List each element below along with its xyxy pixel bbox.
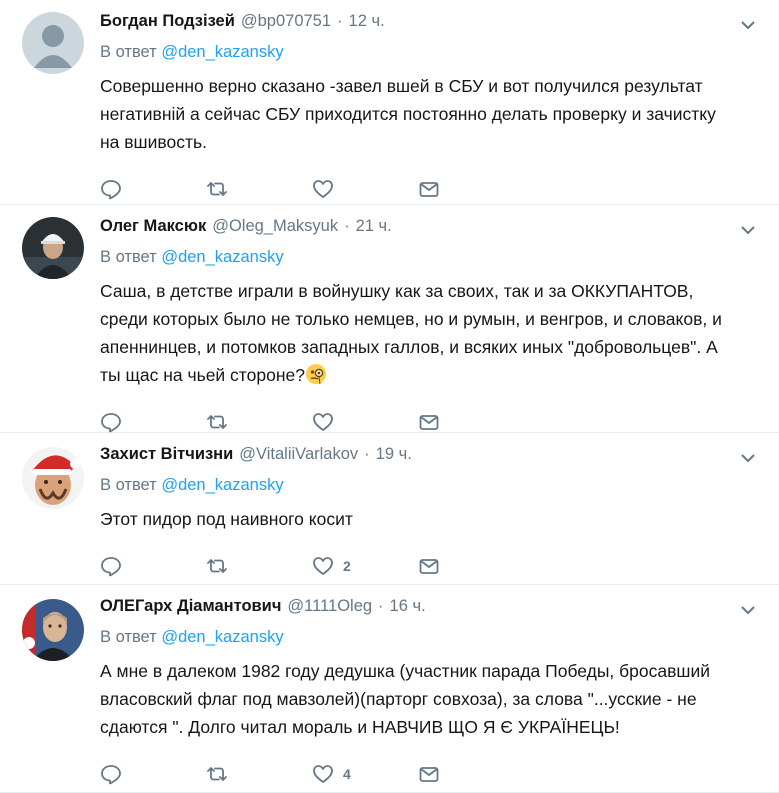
envelope-icon bbox=[419, 767, 439, 782]
tweet-text: Саша, в детстве играли в войнушку как за… bbox=[100, 277, 761, 389]
separator: · bbox=[344, 217, 350, 235]
tweet-text: Этот пидор под наивного косит bbox=[100, 509, 353, 529]
heart-icon bbox=[313, 413, 333, 431]
reply-icon bbox=[101, 557, 121, 577]
like-button[interactable]: 2 bbox=[312, 555, 418, 577]
tweet[interactable]: ОЛЕГарх Діамантович @1111Oleg · 16 ч. В … bbox=[0, 585, 779, 793]
heart-icon bbox=[313, 180, 333, 198]
reply-icon bbox=[101, 765, 121, 785]
envelope-icon bbox=[419, 559, 439, 574]
reply-button[interactable] bbox=[100, 555, 206, 577]
timestamp[interactable]: 19 ч. bbox=[376, 443, 412, 465]
reply-context: В ответ @den_kazansky bbox=[100, 474, 761, 496]
reply-icon bbox=[101, 413, 121, 433]
tweet-text: Совершенно верно сказано -завел вшей в С… bbox=[100, 76, 716, 152]
like-button[interactable] bbox=[312, 178, 418, 200]
author-name[interactable]: Богдан Подзізей bbox=[100, 10, 235, 32]
user-photo bbox=[22, 217, 84, 279]
avatar[interactable] bbox=[22, 217, 84, 279]
envelope-icon bbox=[419, 182, 439, 197]
reply-prefix: В ответ bbox=[100, 628, 157, 646]
direct-message-button[interactable] bbox=[418, 555, 524, 577]
like-count: 4 bbox=[343, 766, 351, 782]
separator: · bbox=[337, 12, 343, 30]
tweet-header: Олег Максюк @Oleg_Maksyuk · 21 ч. bbox=[100, 215, 761, 237]
avatar[interactable] bbox=[22, 12, 84, 74]
retweet-icon bbox=[207, 415, 227, 429]
reply-context: В ответ @den_kazansky bbox=[100, 626, 761, 648]
reply-icon bbox=[101, 180, 121, 200]
tweet-header: ОЛЕГарх Діамантович @1111Oleg · 16 ч. bbox=[100, 595, 761, 617]
chevron-down-icon[interactable] bbox=[739, 449, 757, 467]
timestamp[interactable]: 12 ч. bbox=[349, 10, 385, 32]
user-photo bbox=[22, 447, 84, 509]
tweet[interactable]: Богдан Подзізей @bp070751 · 12 ч. В отве… bbox=[0, 0, 779, 205]
reply-prefix: В ответ bbox=[100, 43, 157, 61]
retweet-icon bbox=[207, 559, 227, 573]
chevron-down-icon[interactable] bbox=[739, 601, 757, 619]
user-photo bbox=[22, 599, 84, 661]
reply-prefix: В ответ bbox=[100, 248, 157, 266]
separator: · bbox=[364, 445, 370, 463]
reply-context: В ответ @den_kazansky bbox=[100, 41, 761, 63]
direct-message-button[interactable] bbox=[418, 178, 524, 200]
retweet-button[interactable] bbox=[206, 763, 312, 785]
author-handle[interactable]: @1111Oleg bbox=[287, 595, 372, 617]
reply-to-link[interactable]: @den_kazansky bbox=[161, 628, 283, 646]
reply-context: В ответ @den_kazansky bbox=[100, 246, 761, 268]
retweet-icon bbox=[207, 182, 227, 196]
author-handle[interactable]: @bp070751 bbox=[241, 10, 331, 32]
like-button[interactable]: 4 bbox=[312, 763, 418, 785]
retweet-button[interactable] bbox=[206, 178, 312, 200]
reply-feed: Богдан Подзізей @bp070751 · 12 ч. В отве… bbox=[0, 0, 779, 793]
tweet-header: Захист Вітчизни @VitaliiVarlakov · 19 ч. bbox=[100, 443, 761, 465]
author-name[interactable]: ОЛЕГарх Діамантович bbox=[100, 595, 281, 617]
direct-message-button[interactable] bbox=[418, 411, 524, 433]
like-count: 2 bbox=[343, 558, 351, 574]
heart-icon bbox=[313, 557, 333, 575]
reply-to-link[interactable]: @den_kazansky bbox=[161, 476, 283, 494]
reply-button[interactable] bbox=[100, 178, 206, 200]
reply-button[interactable] bbox=[100, 411, 206, 433]
tweet-header: Богдан Подзізей @bp070751 · 12 ч. bbox=[100, 10, 761, 32]
tweet-actions: 4 bbox=[100, 749, 761, 793]
like-button[interactable] bbox=[312, 411, 418, 433]
heart-icon bbox=[313, 765, 333, 783]
chevron-down-icon[interactable] bbox=[739, 16, 757, 34]
envelope-icon bbox=[419, 415, 439, 430]
timestamp[interactable]: 16 ч. bbox=[390, 595, 426, 617]
retweet-icon bbox=[207, 767, 227, 781]
separator: · bbox=[378, 597, 384, 615]
chevron-down-icon[interactable] bbox=[739, 221, 757, 239]
retweet-button[interactable] bbox=[206, 411, 312, 433]
tweet-text-content: Саша, в детстве играли в войнушку как за… bbox=[100, 281, 722, 385]
reply-prefix: В ответ bbox=[100, 476, 157, 494]
author-handle[interactable]: @VitaliiVarlakov bbox=[239, 443, 358, 465]
tweet[interactable]: Захист Вітчизни @VitaliiVarlakov · 19 ч.… bbox=[0, 433, 779, 585]
retweet-button[interactable] bbox=[206, 555, 312, 577]
author-name[interactable]: Захист Вітчизни bbox=[100, 443, 233, 465]
direct-message-button[interactable] bbox=[418, 763, 524, 785]
reply-button[interactable] bbox=[100, 763, 206, 785]
reply-to-link[interactable]: @den_kazansky bbox=[161, 43, 283, 61]
author-handle[interactable]: @Oleg_Maksyuk bbox=[212, 215, 338, 237]
avatar[interactable] bbox=[22, 599, 84, 661]
tweet-actions: 2 bbox=[100, 541, 761, 591]
tweet-text: А мне в далеком 1982 году дедушка (участ… bbox=[100, 661, 710, 737]
tweet[interactable]: Олег Максюк @Oleg_Maksyuk · 21 ч. В отве… bbox=[0, 205, 779, 433]
reply-to-link[interactable]: @den_kazansky bbox=[161, 248, 283, 266]
face-with-monocle-icon bbox=[305, 364, 326, 385]
default-avatar-icon bbox=[22, 12, 84, 74]
avatar[interactable] bbox=[22, 447, 84, 509]
timestamp[interactable]: 21 ч. bbox=[356, 215, 392, 237]
author-name[interactable]: Олег Максюк bbox=[100, 215, 206, 237]
